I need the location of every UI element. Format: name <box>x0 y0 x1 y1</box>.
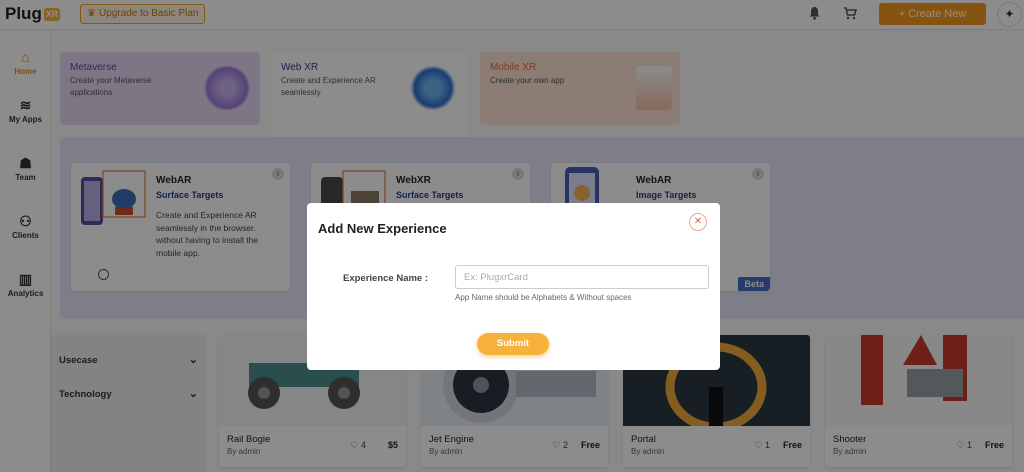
experience-name-input[interactable] <box>455 265 709 289</box>
modal-title: Add New Experience <box>318 221 447 236</box>
field-hint: App Name should be Alphabets & Without s… <box>455 293 632 302</box>
experience-name-label: Experience Name : <box>343 273 429 284</box>
submit-button[interactable]: Submit <box>477 333 549 355</box>
add-experience-modal: Add New Experience ✕ Experience Name : A… <box>307 203 720 370</box>
close-icon[interactable]: ✕ <box>689 213 707 231</box>
